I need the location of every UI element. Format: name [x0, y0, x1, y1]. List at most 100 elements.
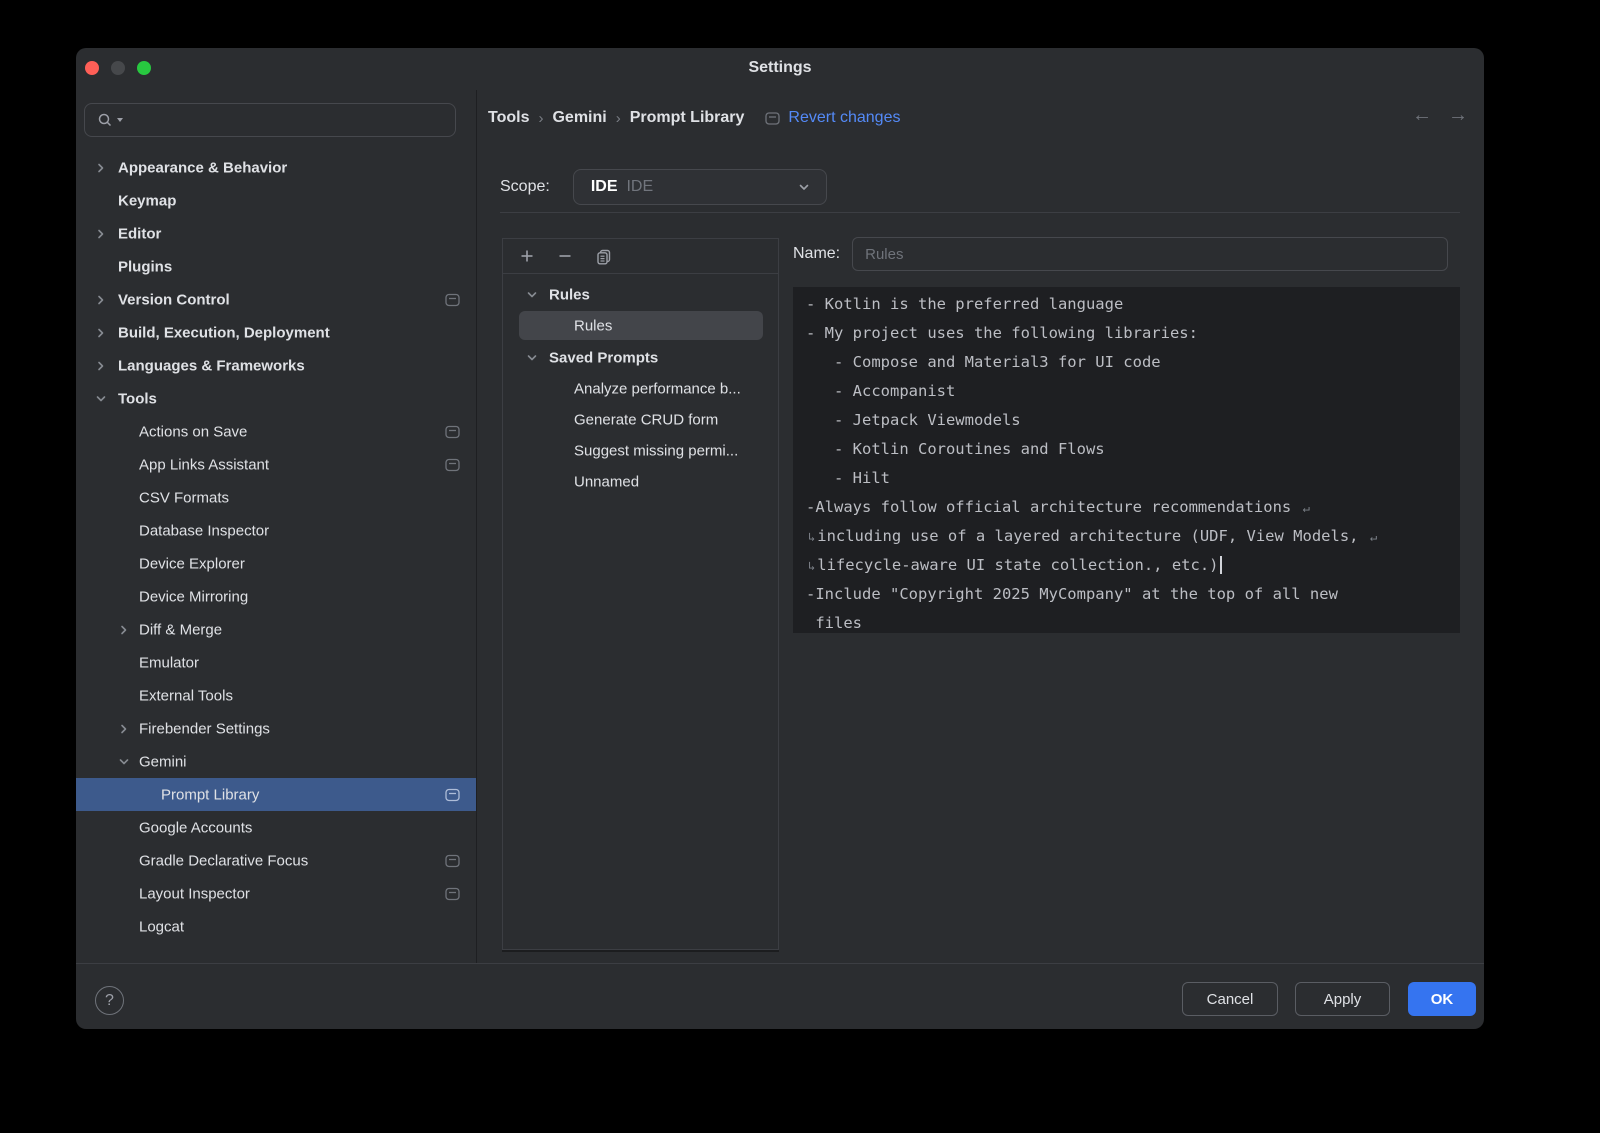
sidebar-item-device-mirroring[interactable]: Device Mirroring — [76, 580, 476, 613]
editor-line-text: - Accompanist — [806, 382, 955, 400]
chevron-right-icon — [117, 722, 131, 736]
ok-button[interactable]: OK — [1408, 982, 1476, 1016]
footer-divider — [76, 963, 1484, 964]
breadcrumb-item-gemini[interactable]: Gemini — [552, 109, 606, 127]
editor-line-text: lifecycle-aware UI state collection., et… — [817, 556, 1218, 574]
sidebar-item-label: Editor — [118, 225, 161, 242]
editor-line: files — [806, 609, 1460, 633]
sidebar-item-label: Plugins — [118, 258, 172, 275]
prompt-item-suggest-missing-permi[interactable]: Suggest missing permi... — [503, 435, 778, 466]
apply-button[interactable]: Apply — [1295, 982, 1390, 1016]
editor-line: - Kotlin is the preferred language — [806, 290, 1460, 319]
sidebar-item-tools[interactable]: Tools — [76, 382, 476, 415]
cancel-button[interactable]: Cancel — [1182, 982, 1278, 1016]
breadcrumb: Tools›Gemini›Prompt LibraryRevert change… — [488, 106, 900, 130]
modified-settings-icon — [765, 112, 780, 125]
desktop-background: Settings Appearance & Behavior Keymap Edit… — [0, 0, 1600, 1133]
breadcrumb-item-tools[interactable]: Tools — [488, 109, 529, 127]
chevron-down-icon — [794, 177, 814, 197]
prompt-group-saved-prompts[interactable]: Saved Prompts — [503, 342, 778, 373]
sidebar-item-label: Database Inspector — [139, 522, 269, 539]
editor-line-text: - Compose and Material3 for UI code — [806, 353, 1161, 371]
sidebar-item-label: Tools — [118, 390, 157, 407]
sidebar-item-gradle-declarative-focus[interactable]: Gradle Declarative Focus — [76, 844, 476, 877]
sidebar-item-logcat[interactable]: Logcat — [76, 910, 476, 943]
settings-category-tree: Appearance & Behavior Keymap Editor Plugins… — [76, 151, 476, 943]
settings-search-box[interactable] — [84, 103, 456, 137]
chevron-down-icon — [525, 288, 539, 302]
scope-row: Scope: IDE IDE — [500, 169, 827, 205]
chevron-right-icon — [94, 161, 108, 175]
soft-wrap-start-icon: ↳ — [808, 559, 815, 573]
editor-line-text: - My project uses the following librarie… — [806, 324, 1198, 342]
remove-prompt-button[interactable] — [555, 246, 575, 266]
sidebar-item-label: Device Mirroring — [139, 588, 248, 605]
modified-settings-icon — [445, 458, 460, 471]
soft-wrap-start-icon: ↳ — [808, 530, 815, 544]
sidebar-item-database-inspector[interactable]: Database Inspector — [76, 514, 476, 547]
scope-dropdown[interactable]: IDE IDE — [573, 169, 827, 205]
sidebar-item-emulator[interactable]: Emulator — [76, 646, 476, 679]
revert-changes: Revert changes — [765, 109, 900, 127]
editor-line-text: - Kotlin is the preferred language — [806, 295, 1123, 313]
sidebar-item-label: Google Accounts — [139, 819, 252, 836]
back-arrow-icon[interactable]: ← — [1412, 104, 1432, 127]
sidebar-item-csv-formats[interactable]: CSV Formats — [76, 481, 476, 514]
prompt-tree: RulesRulesSaved PromptsAnalyze performan… — [503, 274, 778, 949]
search-input[interactable] — [123, 111, 455, 129]
chevron-right-icon — [117, 623, 131, 637]
sidebar-item-label: Keymap — [118, 192, 176, 209]
sidebar-item-build-execution-deployment[interactable]: Build, Execution, Deployment — [76, 316, 476, 349]
sidebar-item-label: Gradle Declarative Focus — [139, 852, 308, 869]
prompt-item-unnamed[interactable]: Unnamed — [503, 466, 778, 497]
chevron-right-icon — [94, 293, 108, 307]
prompt-library-panel: RulesRulesSaved PromptsAnalyze performan… — [502, 238, 779, 950]
sidebar-item-google-accounts[interactable]: Google Accounts — [76, 811, 476, 844]
sidebar-item-label: Diff & Merge — [139, 621, 222, 638]
sidebar-item-appearance-behavior[interactable]: Appearance & Behavior — [76, 151, 476, 184]
prompt-group-rules[interactable]: Rules — [503, 279, 778, 310]
sidebar-item-app-links-assistant[interactable]: App Links Assistant — [76, 448, 476, 481]
forward-arrow-icon[interactable]: → — [1448, 104, 1468, 127]
sidebar-item-plugins[interactable]: Plugins — [76, 250, 476, 283]
sidebar-item-firebender-settings[interactable]: Firebender Settings — [76, 712, 476, 745]
editor-line: - Compose and Material3 for UI code — [806, 348, 1460, 377]
sidebar-item-prompt-library[interactable]: Prompt Library — [76, 778, 476, 811]
sidebar-item-actions-on-save[interactable]: Actions on Save — [76, 415, 476, 448]
editor-line: - Jetpack Viewmodels — [806, 406, 1460, 435]
breadcrumb-item-prompt-library[interactable]: Prompt Library — [630, 109, 745, 127]
revert-changes-link[interactable]: Revert changes — [788, 109, 900, 127]
copy-prompt-button[interactable] — [593, 246, 613, 266]
chevron-down-icon — [525, 351, 539, 365]
editor-line: - Kotlin Coroutines and Flows — [806, 435, 1460, 464]
sidebar-item-device-explorer[interactable]: Device Explorer — [76, 547, 476, 580]
sidebar-item-keymap[interactable]: Keymap — [76, 184, 476, 217]
prompt-name-input[interactable] — [852, 237, 1448, 271]
add-prompt-button[interactable] — [517, 246, 537, 266]
soft-wrap-end-icon: ↵ — [1370, 530, 1377, 544]
sidebar-item-gemini[interactable]: Gemini — [76, 745, 476, 778]
prompt-tree-label: Analyze performance b... — [574, 380, 741, 397]
modified-settings-icon — [445, 425, 460, 438]
prompt-item-analyze-performance-b[interactable]: Analyze performance b... — [503, 373, 778, 404]
sidebar-item-label: Appearance & Behavior — [118, 159, 287, 176]
sidebar-item-label: External Tools — [139, 687, 233, 704]
editor-line-text: including use of a layered architecture … — [817, 527, 1368, 545]
selection-highlight — [519, 311, 763, 340]
editor-line: -Include "Copyright 2025 MyCompany" at t… — [806, 580, 1460, 609]
window-title: Settings — [76, 59, 1484, 77]
sidebar-item-languages-frameworks[interactable]: Languages & Frameworks — [76, 349, 476, 382]
sidebar-item-layout-inspector[interactable]: Layout Inspector — [76, 877, 476, 910]
prompt-text-editor[interactable]: - Kotlin is the preferred language - My p… — [793, 287, 1460, 633]
soft-wrap-end-icon: ↵ — [1303, 501, 1310, 515]
prompt-item-generate-crud-form[interactable]: Generate CRUD form — [503, 404, 778, 435]
prompt-item-rules[interactable]: Rules — [503, 310, 778, 341]
sidebar-item-editor[interactable]: Editor — [76, 217, 476, 250]
editor-line-text: -Always follow official architecture rec… — [806, 498, 1301, 516]
sidebar-item-external-tools[interactable]: External Tools — [76, 679, 476, 712]
sidebar-item-version-control[interactable]: Version Control — [76, 283, 476, 316]
settings-content: Tools›Gemini›Prompt LibraryRevert change… — [477, 90, 1484, 1029]
editor-line-text: - Jetpack Viewmodels — [806, 411, 1021, 429]
help-button[interactable]: ? — [95, 986, 124, 1015]
sidebar-item-diff-merge[interactable]: Diff & Merge — [76, 613, 476, 646]
